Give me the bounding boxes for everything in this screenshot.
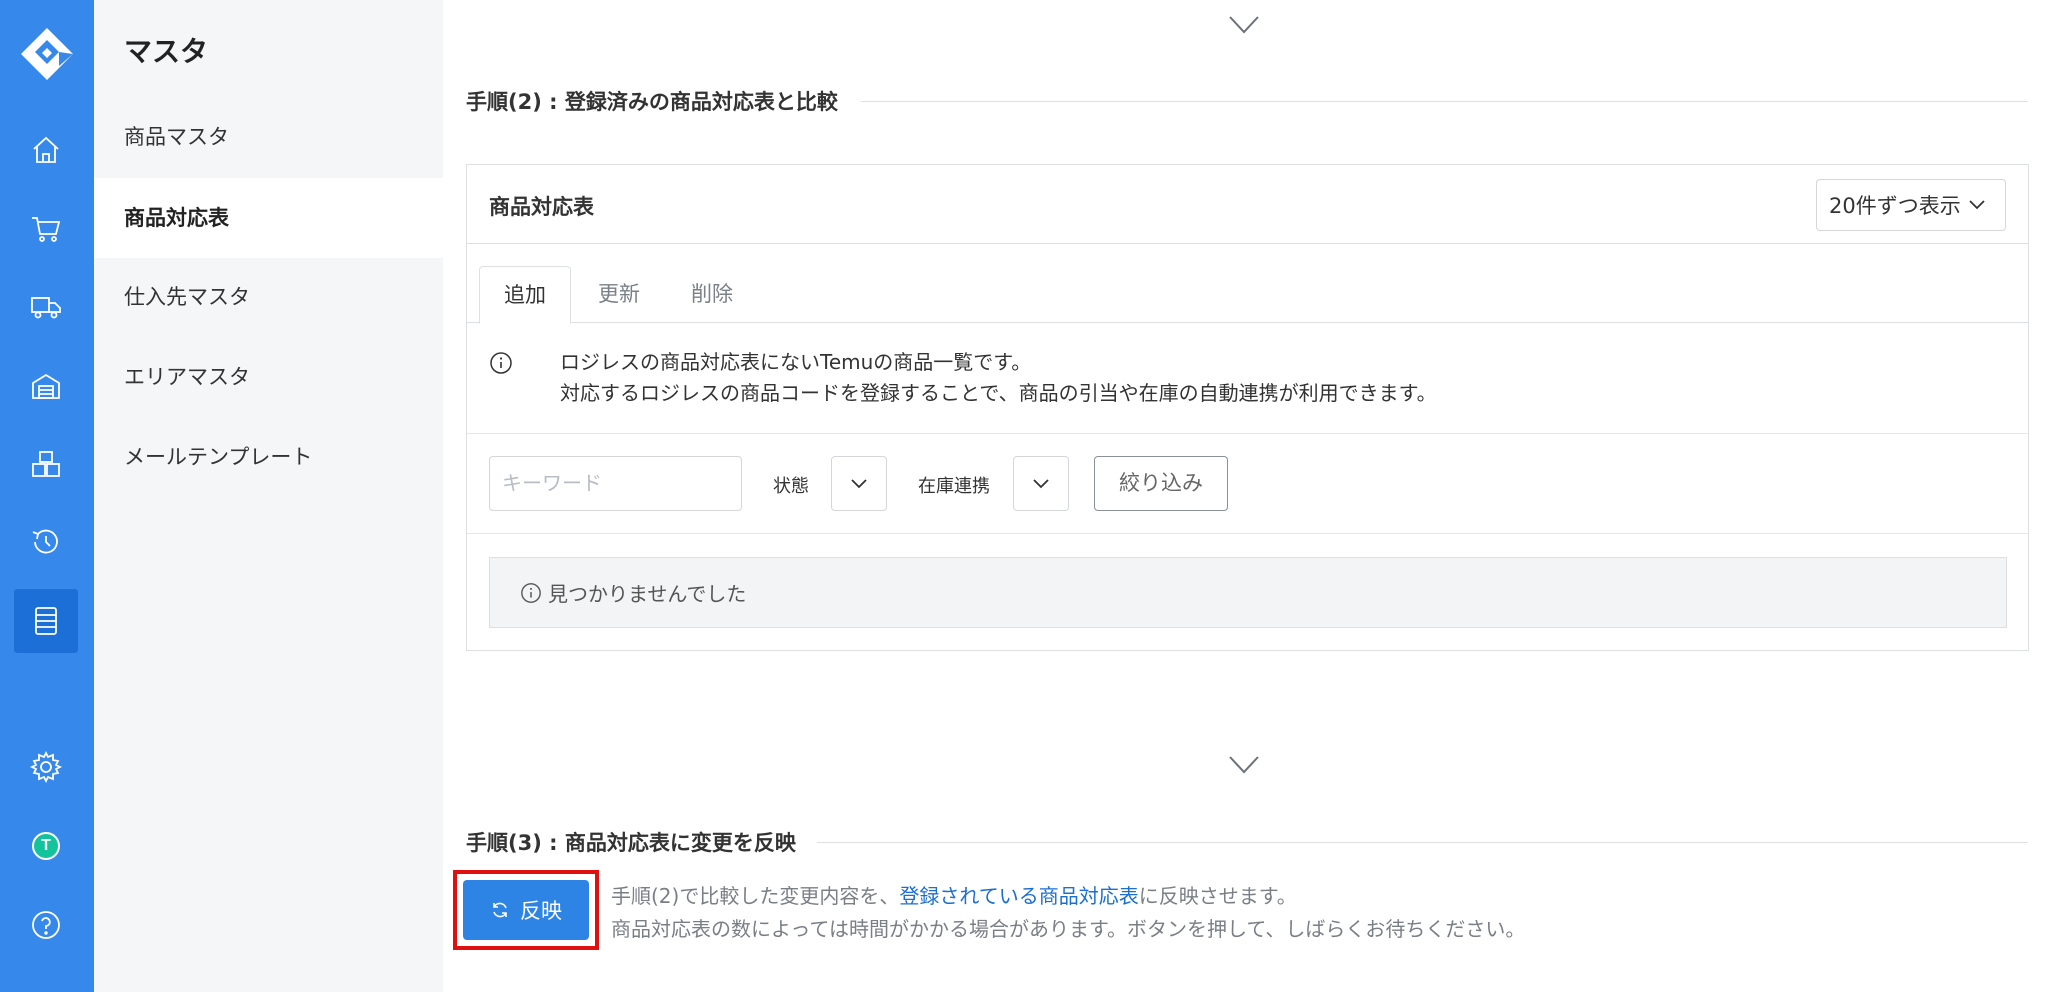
- apply-description: 手順(2)で比較した変更内容を、登録されている商品対応表に反映させます。 商品対…: [611, 880, 1525, 946]
- step2-divider: [861, 101, 2028, 102]
- info-text: ロジレスの商品対応表にないTemuの商品一覧です。 対応するロジレスの商品コード…: [560, 347, 1437, 409]
- list-icon[interactable]: [14, 589, 78, 653]
- tab-update[interactable]: 更新: [583, 266, 655, 324]
- home-icon[interactable]: [14, 118, 78, 182]
- info-message: ロジレスの商品対応表にないTemuの商品一覧です。 対応するロジレスの商品コード…: [467, 323, 2028, 434]
- sidebar-item-product-mapping[interactable]: 商品対応表: [94, 178, 443, 258]
- info-icon: [490, 352, 512, 374]
- master-sidebar: マスタ 商品マスタ 商品対応表 仕入先マスタ エリアマスタ メールテンプレート: [94, 0, 443, 992]
- refresh-icon: [493, 902, 507, 918]
- chevron-down-icon: [1229, 16, 1259, 34]
- apply-button-highlight: 反映: [453, 870, 599, 950]
- per-page-value: 20件ずつ表示: [1829, 194, 1961, 218]
- product-mapping-panel: 商品対応表 20件ずつ表示 追加 更新 削除 ロジレスの商品対応表にないTemu…: [466, 164, 2029, 651]
- main-content: 手順(2) : 登録済みの商品対応表と比較 商品対応表 20件ずつ表示 追加 更…: [443, 0, 2048, 992]
- icon-rail: T: [0, 0, 94, 992]
- status-label: 状態: [773, 476, 809, 497]
- status-select[interactable]: [831, 456, 887, 511]
- panel-header: 商品対応表 20件ずつ表示: [467, 165, 2028, 244]
- chevron-down-icon: [1229, 756, 1259, 774]
- chevron-down-icon: [1969, 200, 1985, 210]
- warehouse-icon[interactable]: [14, 354, 78, 418]
- step3-title: 手順(3) : 商品対応表に変更を反映: [466, 831, 796, 855]
- sidebar-item-mail-template[interactable]: メールテンプレート: [94, 417, 443, 497]
- tab-bar: 追加 更新 削除: [467, 244, 2028, 324]
- registered-mapping-link[interactable]: 登録されている商品対応表: [899, 884, 1138, 908]
- apply-desc-text-after: に反映させます。: [1138, 884, 1297, 908]
- logo-icon[interactable]: [19, 26, 75, 82]
- gear-icon[interactable]: [14, 735, 78, 799]
- boxes-icon[interactable]: [14, 432, 78, 496]
- apply-desc-line-2: 商品対応表の数によっては時間がかかる場合があります。ボタンを押して、しばらくお待…: [611, 917, 1526, 941]
- per-page-select[interactable]: 20件ずつ表示: [1816, 179, 2006, 231]
- sidebar-item-product-master[interactable]: 商品マスタ: [94, 97, 443, 177]
- truck-icon[interactable]: [14, 275, 78, 339]
- sidebar-item-supplier-master[interactable]: 仕入先マスタ: [94, 257, 443, 337]
- empty-state: 見つかりませんでした: [489, 557, 2007, 628]
- sidebar-item-area-master[interactable]: エリアマスタ: [94, 337, 443, 417]
- apply-button-label: 反映: [520, 899, 562, 923]
- filter-button[interactable]: 絞り込み: [1094, 456, 1228, 511]
- info-line-1: ロジレスの商品対応表にないTemuの商品一覧です。: [560, 350, 1032, 374]
- info-icon: [521, 582, 541, 603]
- empty-text: 見つかりませんでした: [548, 582, 747, 606]
- cart-icon[interactable]: [14, 197, 78, 261]
- step2-title: 手順(2) : 登録済みの商品対応表と比較: [466, 90, 838, 114]
- chevron-down-icon: [851, 478, 867, 488]
- apply-button[interactable]: 反映: [463, 880, 589, 940]
- chevron-down-icon: [1033, 478, 1049, 488]
- apply-desc-text: 手順(2)で比較した変更内容を、: [611, 884, 900, 908]
- step3-divider: [817, 842, 2028, 843]
- info-line-2: 対応するロジレスの商品コードを登録することで、商品の引当や在庫の自動連携が利用で…: [560, 381, 1437, 405]
- sidebar-title: マスタ: [124, 35, 209, 68]
- apply-desc-line-1: 手順(2)で比較した変更内容を、登録されている商品対応表に反映させます。: [611, 880, 1525, 913]
- stock-sync-label: 在庫連携: [918, 476, 990, 497]
- tab-delete[interactable]: 削除: [676, 266, 748, 324]
- filter-bar: キーワード 状態 在庫連携 絞り込み: [467, 434, 2028, 534]
- panel-title: 商品対応表: [489, 195, 594, 219]
- stock-sync-select[interactable]: [1013, 456, 1069, 511]
- help-icon[interactable]: [14, 893, 78, 957]
- avatar[interactable]: T: [14, 814, 78, 878]
- keyword-input[interactable]: キーワード: [489, 456, 742, 511]
- tab-add[interactable]: 追加: [479, 266, 571, 324]
- history-icon[interactable]: [14, 510, 78, 574]
